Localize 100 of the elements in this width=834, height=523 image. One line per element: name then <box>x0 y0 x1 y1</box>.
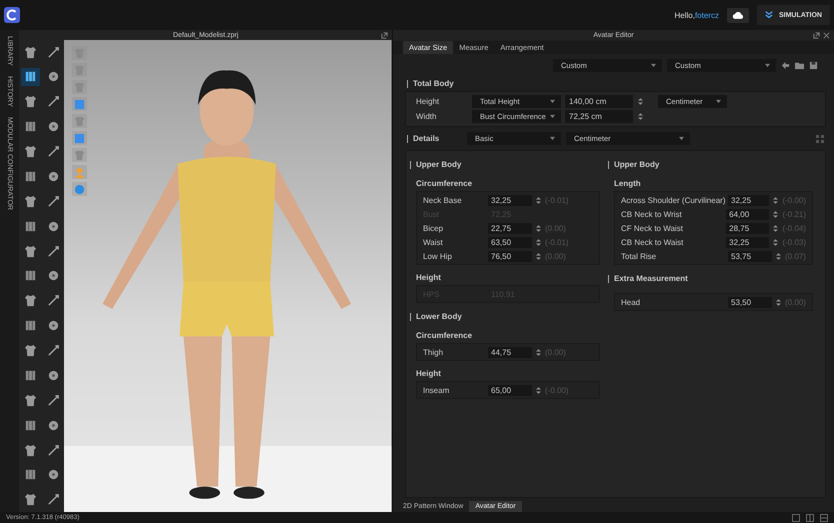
button-shape-icon <box>46 269 60 282</box>
caret-icon <box>550 136 555 141</box>
panel-icon <box>24 70 38 84</box>
button-shape-icon <box>46 120 60 134</box>
spinner-control[interactable] <box>775 252 782 260</box>
panel-icon <box>24 269 38 282</box>
spinner-control[interactable] <box>535 252 542 260</box>
shirt-icon <box>24 493 38 506</box>
undock-icon[interactable] <box>381 32 388 38</box>
section-heading: Lower Body <box>416 312 462 321</box>
section-heading: Upper Body <box>614 160 660 169</box>
value-field[interactable]: 44,75 <box>488 346 532 358</box>
field-label: Thigh <box>423 348 444 356</box>
spinner-control[interactable] <box>637 112 644 121</box>
spinner-control[interactable] <box>535 196 542 204</box>
value-field[interactable]: 72,25 cm <box>565 110 633 123</box>
group-title: Circumference <box>415 330 474 342</box>
spinner-control[interactable] <box>772 196 780 204</box>
value-field[interactable]: 140,00 cm <box>565 95 633 108</box>
back-arrow-icon[interactable] <box>781 61 790 70</box>
user-link[interactable]: fotercz <box>694 10 719 20</box>
value-field[interactable]: 32,25 <box>726 236 770 248</box>
spinner-control[interactable] <box>535 386 542 394</box>
shirt-icon <box>24 145 38 158</box>
spinner-control[interactable] <box>535 238 542 246</box>
folder-icon[interactable] <box>795 61 804 70</box>
app-logo-icon[interactable] <box>4 7 20 23</box>
group-title: Height <box>415 272 442 284</box>
field-label: CB Neck to Wrist <box>621 210 683 218</box>
globe-icon <box>74 184 86 194</box>
panel-icon <box>24 220 38 233</box>
save-icon[interactable] <box>809 61 818 70</box>
spinner-control[interactable] <box>772 210 780 218</box>
value-field[interactable]: 76,50 <box>488 250 532 262</box>
caret-icon <box>550 99 555 104</box>
window-icon[interactable] <box>792 514 800 522</box>
panel-icon <box>24 418 38 432</box>
shirt-icon <box>24 294 38 308</box>
button-shape-icon <box>46 220 60 233</box>
undock-icon[interactable] <box>813 32 820 38</box>
window-icon[interactable] <box>806 514 814 522</box>
field-label: Low Hip <box>423 252 453 260</box>
value-field[interactable]: 32,25 <box>488 194 532 206</box>
spinner-control[interactable] <box>772 238 780 246</box>
needle-icon <box>46 294 60 308</box>
shirt-icon <box>74 116 86 126</box>
close-icon[interactable] <box>823 32 830 38</box>
cloud-button[interactable] <box>726 8 749 22</box>
value-field[interactable]: 22,75 <box>488 222 532 234</box>
row-label: Height <box>416 97 440 106</box>
button-shape-icon <box>46 368 60 382</box>
button-shape-icon <box>46 468 60 482</box>
caret-icon <box>550 114 555 119</box>
spinner-control[interactable] <box>775 298 782 306</box>
needle-icon <box>46 194 60 208</box>
caret-icon <box>651 63 656 68</box>
needle-icon <box>46 344 60 357</box>
needle-icon <box>46 444 60 456</box>
panel-icon <box>24 368 38 382</box>
value-field[interactable]: 28,75 <box>726 222 770 234</box>
value-field[interactable]: 53,50 <box>728 296 772 308</box>
spinner-control[interactable] <box>535 224 542 232</box>
caret-icon <box>765 63 770 68</box>
panel-icon <box>24 319 38 332</box>
shirt-icon <box>24 244 38 258</box>
section-heading: Details <box>413 134 440 143</box>
group-title: Circumference <box>415 178 474 190</box>
person-icon <box>74 166 86 178</box>
value-field[interactable]: 53,75 <box>728 250 772 262</box>
field-label: Inseam <box>423 386 450 394</box>
value-field[interactable]: 63,50 <box>488 236 532 248</box>
panel-icon <box>24 468 38 482</box>
needle-icon <box>46 493 60 506</box>
spinner-control[interactable] <box>772 224 780 232</box>
field-label: Neck Base <box>423 196 463 204</box>
button-shape-icon <box>46 70 60 84</box>
shirt-icon <box>74 82 86 92</box>
needle-icon <box>46 394 60 407</box>
value-field[interactable]: 65,00 <box>488 384 532 396</box>
field-label: Head <box>621 298 642 306</box>
button-shape-icon <box>46 418 60 432</box>
shirt-icon <box>24 46 38 58</box>
panel-icon <box>24 120 38 134</box>
value-field[interactable]: 64,00 <box>726 208 770 220</box>
spinner-control[interactable] <box>637 97 644 106</box>
value-field[interactable]: 32,25 <box>728 194 770 206</box>
tool-button[interactable] <box>21 68 40 86</box>
needle-icon <box>46 46 60 58</box>
shirt-icon <box>74 150 86 160</box>
field-label: Waist <box>423 238 444 246</box>
needle-icon <box>46 145 60 158</box>
window-icon[interactable] <box>820 514 828 522</box>
field-label: CF Neck to Waist <box>621 224 684 232</box>
shirt-icon <box>24 394 38 407</box>
needle-icon <box>46 244 60 258</box>
chevron-icon <box>764 11 773 19</box>
field-label: Bicep <box>423 224 444 232</box>
field-label: Total Rise <box>621 252 658 260</box>
spinner-control[interactable] <box>535 348 542 356</box>
cloud-icon <box>732 10 744 20</box>
